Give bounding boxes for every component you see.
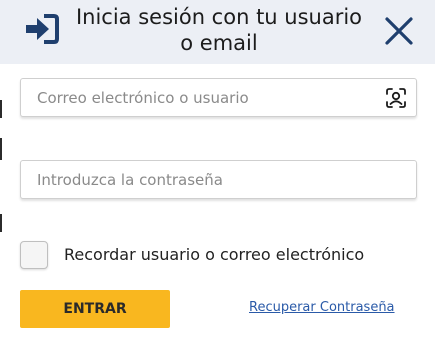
dialog-title: Inicia sesión con tu usuario o email <box>68 4 370 56</box>
password-field <box>20 160 417 199</box>
dialog-title-line1: Inicia sesión con tu usuario <box>75 5 363 29</box>
username-input[interactable] <box>37 79 377 116</box>
close-icon[interactable] <box>384 16 414 46</box>
username-field <box>20 78 417 117</box>
background-edge <box>0 100 2 118</box>
remember-me-label[interactable]: Recordar usuario o correo electrónico <box>64 245 364 264</box>
sign-in-icon <box>26 14 59 44</box>
dialog-title-line2: o email <box>180 31 258 55</box>
background-edge <box>0 138 2 160</box>
password-input[interactable] <box>37 161 377 198</box>
login-dialog: Inicia sesión con tu usuario o email Rec… <box>0 0 435 357</box>
remember-me-checkbox[interactable] <box>20 241 48 269</box>
face-scan-icon[interactable] <box>384 86 408 110</box>
dialog-header: Inicia sesión con tu usuario o email <box>0 0 435 64</box>
recover-password-link[interactable]: Recuperar Contraseña <box>249 300 395 315</box>
login-submit-button[interactable]: ENTRAR <box>20 290 170 328</box>
background-edge <box>0 214 2 232</box>
remember-me-row: Recordar usuario o correo electrónico <box>20 240 420 270</box>
